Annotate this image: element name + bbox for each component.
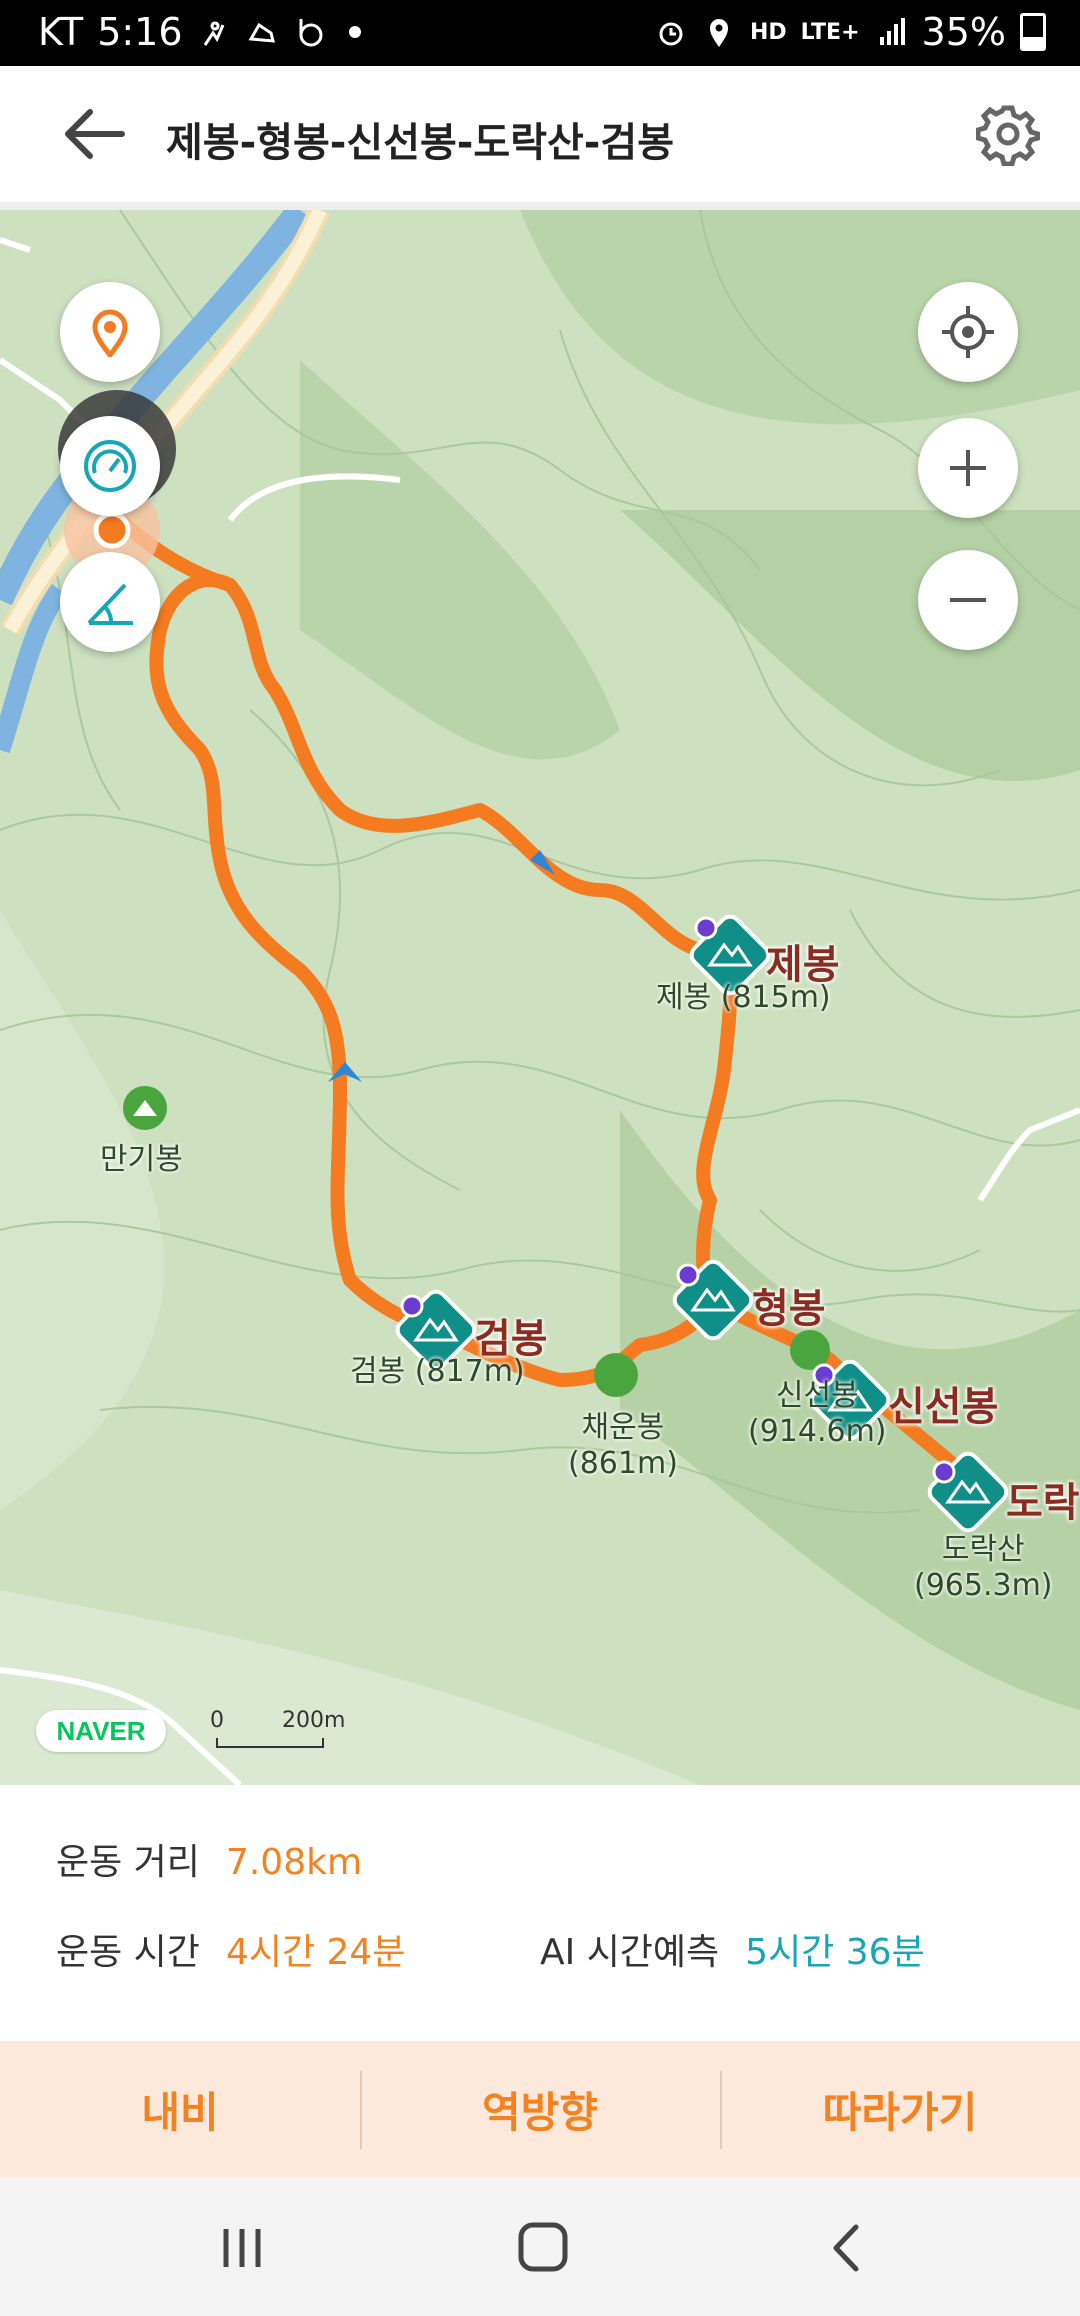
peak-label-sinseonbong-line2: (914.6m): [748, 1414, 887, 1449]
crosshair-icon: [942, 306, 994, 358]
clock: 5:16: [97, 10, 183, 54]
ai-label: AI 시간예측: [540, 1932, 720, 1973]
action-bar: 내비 역방향 따라가기: [0, 2041, 1080, 2177]
map-view[interactable]: 제봉 제봉 (815m) 형봉 신선봉 신선봉 (914.6m) 도락 도락산 …: [0, 210, 1080, 1785]
scale-bar: [216, 1738, 324, 1748]
ai-prediction-row: AI 시간예측 5시간 36분: [540, 1923, 925, 1975]
peak-label-dorak: 도락산 (965.3m): [914, 1532, 1053, 1604]
scale-start: 0: [210, 1708, 224, 1733]
zoom-in-button[interactable]: [918, 418, 1018, 518]
arrow-left-icon[interactable]: [60, 104, 130, 164]
reverse-button[interactable]: 역방향: [360, 2041, 720, 2177]
angle-measure-icon: [87, 583, 133, 625]
gear-icon[interactable]: [976, 102, 1040, 166]
peak-label-dorak-line1: 도락산: [941, 1532, 1025, 1567]
scale-end: 200m: [282, 1708, 346, 1733]
recent-apps-icon[interactable]: [212, 2221, 272, 2275]
status-bar: KT 5:16 HD LTE+ 35%: [0, 0, 1080, 66]
time-label: 운동 시간: [56, 1932, 200, 1973]
back-nav-icon[interactable]: [818, 2221, 878, 2275]
minus-icon: [950, 598, 986, 602]
navi-button[interactable]: 내비: [0, 2041, 360, 2177]
battery-percent: 35%: [921, 10, 1006, 54]
speedometer-button[interactable]: [60, 416, 160, 516]
peak-label-jebong: 제봉 (815m): [656, 980, 831, 1015]
follow-button[interactable]: 따라가기: [720, 2041, 1080, 2177]
home-icon[interactable]: [513, 2221, 573, 2275]
peak-title-sinseonbong: 신선봉: [888, 1384, 999, 1430]
distance-row: 운동 거리 7.08km: [56, 1833, 362, 1885]
signal-icon: [879, 18, 905, 45]
stats-panel: 운동 거리 7.08km 운동 시간 4시간 24분 AI 시간예측 5시간 3…: [0, 1785, 1080, 2041]
peak-label-dorak-line2: (965.3m): [914, 1568, 1053, 1603]
time-row: 운동 시간 4시간 24분: [56, 1923, 405, 1975]
peak-title-hyeongbong: 형봉: [752, 1286, 826, 1332]
time-value: 4시간 24분: [225, 1932, 406, 1973]
plus-icon: [950, 450, 986, 486]
climber-icon: [203, 21, 224, 46]
page-title: 제봉-형봉-신선봉-도락산-검봉: [166, 120, 675, 166]
alarm-icon: [659, 22, 683, 46]
peak-label-mangibong: 만기봉: [100, 1142, 183, 1177]
network-indicator: LTE+: [800, 19, 860, 45]
location-icon: [709, 19, 728, 47]
zoom-out-button[interactable]: [918, 550, 1018, 650]
speedometer-icon: [84, 440, 136, 492]
location-pin-button[interactable]: [60, 282, 160, 382]
peak-label-sinseonbong: 신선봉 (914.6m): [748, 1378, 887, 1450]
peak-label-chaeunbong-line2: (861m): [568, 1446, 678, 1481]
b-app-icon: [299, 19, 323, 47]
distance-label: 운동 거리: [56, 1842, 200, 1883]
peak-label-sinseonbong-line1: 신선봉: [775, 1378, 859, 1413]
notification-dot: [348, 26, 361, 38]
measure-button[interactable]: [60, 552, 160, 652]
system-nav-bar: [0, 2177, 1080, 2316]
map-pin-icon: [92, 309, 128, 357]
peak-label-chaeunbong-line1: 채운봉: [581, 1410, 665, 1445]
peak-label-chaeunbong: 채운봉 (861m): [568, 1410, 678, 1482]
battery-icon: [1020, 13, 1046, 51]
app-header: 제봉-형봉-신선봉-도락산-검봉: [0, 66, 1080, 210]
naver-logo: NAVER: [36, 1710, 166, 1752]
peak-label-geombong: 검봉 (817m): [350, 1354, 525, 1389]
my-location-button[interactable]: [918, 282, 1018, 382]
map-scale: 0 200m: [210, 1708, 345, 1748]
ai-value: 5시간 36분: [745, 1932, 925, 1973]
peak-title-dorak: 도락: [1006, 1480, 1080, 1526]
carrier: KT: [38, 10, 84, 54]
hd-indicator: HD: [749, 19, 787, 45]
distance-value: 7.08km: [225, 1842, 363, 1883]
shoe-icon: [248, 22, 275, 43]
